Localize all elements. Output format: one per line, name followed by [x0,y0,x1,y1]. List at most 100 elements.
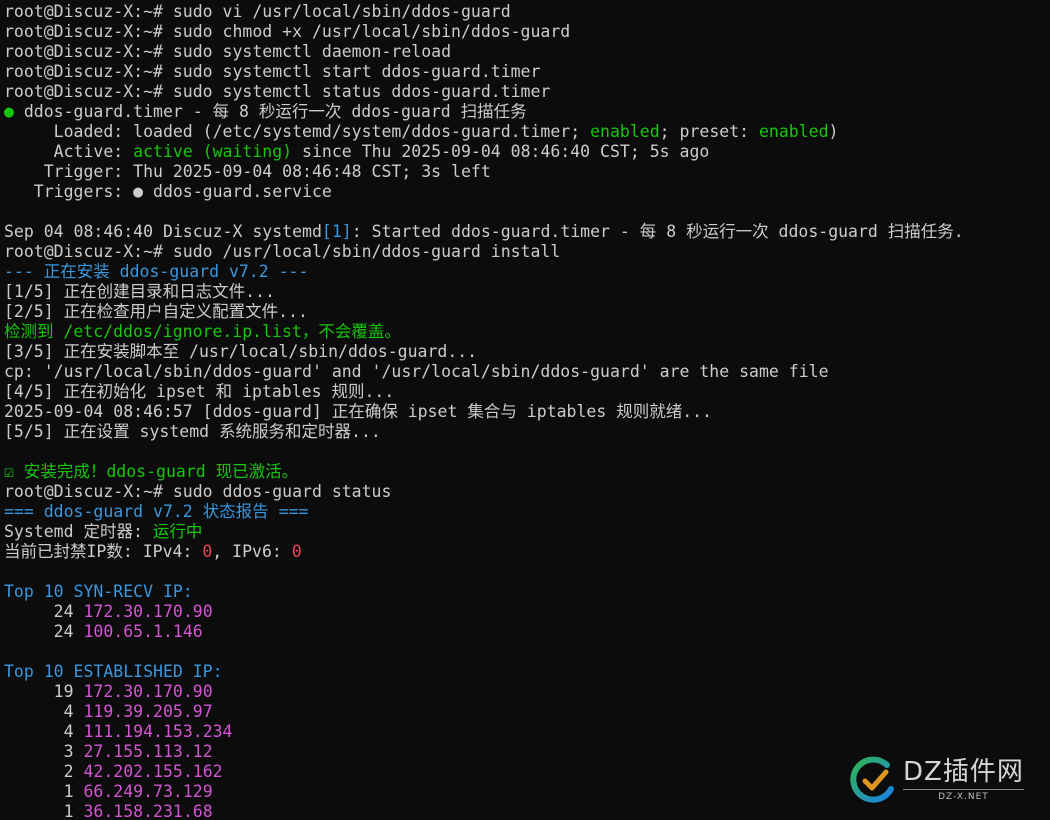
terminal-text-segment: ) [828,122,839,141]
terminal-output: root@Discuz-X:~# sudo vi /usr/local/sbin… [4,2,1050,820]
terminal-text-segment: root@Discuz-X:~# sudo systemctl start dd… [4,62,541,81]
watermark-subtitle: DZ-X.NET [903,789,1024,803]
terminal-text-segment: cp: '/usr/local/sbin/ddos-guard' and '/u… [4,362,829,381]
terminal-text-segment: : Started ddos-guard.timer - 每 8 秒运行一次 d… [351,222,964,241]
terminal-text-segment: 2 [4,762,84,781]
terminal-text-segment: root@Discuz-X:~# sudo /usr/local/sbin/dd… [4,242,561,261]
terminal-text-segment: 运行中 [152,522,203,541]
terminal-line: [5/5] 正在设置 systemd 系统服务和定时器... [4,422,1050,442]
terminal-line: root@Discuz-X:~# sudo vi /usr/local/sbin… [4,2,1050,22]
terminal-line: Triggers: ● ddos-guard.service [4,182,1050,202]
terminal-line: ☑ 安装完成！ddos-guard 现已激活。 [4,462,1050,482]
terminal-text-segment: root@Discuz-X:~# sudo chmod +x /usr/loca… [4,22,571,41]
terminal-text-segment: 172.30.170.90 [83,602,213,621]
terminal-text-segment: ddos-guard.timer - 每 8 秒运行一次 ddos-guard … [13,102,527,121]
terminal-line: root@Discuz-X:~# sudo ddos-guard status [4,482,1050,502]
terminal-line: root@Discuz-X:~# sudo chmod +x /usr/loca… [4,22,1050,42]
terminal-line: Loaded: loaded (/etc/systemd/system/ddos… [4,122,1050,142]
terminal-line: [2/5] 正在检查用户自定义配置文件... [4,302,1050,322]
terminal-text-segment: [5/5] 正在设置 systemd 系统服务和定时器... [4,422,381,441]
terminal-line: [3/5] 正在安装脚本至 /usr/local/sbin/ddos-guard… [4,342,1050,362]
terminal-line: [1/5] 正在创建目录和日志文件... [4,282,1050,302]
terminal-line: 24 100.65.1.146 [4,622,1050,642]
terminal-text-segment: 1 [4,802,84,820]
terminal-text-segment: 42.202.155.162 [83,762,223,781]
terminal-text-segment: 检测到 /etc/ddos/ignore.ip.list，不会覆盖。 [4,322,401,341]
terminal-text-segment: [1/5] 正在创建目录和日志文件... [4,282,275,301]
terminal-line: root@Discuz-X:~# sudo systemctl start dd… [4,62,1050,82]
terminal-text-segment: root@Discuz-X:~# sudo vi /usr/local/sbin… [4,2,511,21]
terminal-line: 4 111.194.153.234 [4,722,1050,742]
terminal-window[interactable]: root@Discuz-X:~# sudo vi /usr/local/sbin… [0,0,1050,820]
terminal-text-segment: [1] [321,222,352,241]
terminal-line: cp: '/usr/local/sbin/ddos-guard' and '/u… [4,362,1050,382]
terminal-text-segment: root@Discuz-X:~# sudo ddos-guard status [4,482,392,501]
terminal-line: ● ddos-guard.timer - 每 8 秒运行一次 ddos-guar… [4,102,1050,122]
terminal-text-segment: Sep 04 08:46:40 Discuz-X systemd [4,222,322,241]
terminal-text-segment: 24 [4,602,84,621]
terminal-text-segment: 24 [4,622,84,641]
terminal-text-segment: Triggers: ● ddos-guard.service [4,182,332,201]
terminal-text-segment: 1 [4,782,84,801]
terminal-text-segment: --- 正在安装 ddos-guard v7.2 --- [4,262,309,281]
terminal-text-segment: root@Discuz-X:~# sudo systemctl daemon-r… [4,42,452,61]
terminal-line: root@Discuz-X:~# sudo systemctl daemon-r… [4,42,1050,62]
terminal-text-segment: active (waiting) [133,142,293,161]
terminal-line: root@Discuz-X:~# sudo /usr/local/sbin/dd… [4,242,1050,262]
terminal-text-segment: [2/5] 正在检查用户自定义配置文件... [4,302,308,321]
terminal-text-segment: 2025-09-04 08:46:57 [ddos-guard] 正在确保 ip… [4,402,712,421]
terminal-text-segment: 100.65.1.146 [83,622,203,641]
terminal-text-segment: enabled [590,122,660,141]
terminal-text-segment: 0 [291,542,302,561]
terminal-text-segment: 36.158.231.68 [83,802,213,820]
watermark: DZ插件网 DZ-X.NET [849,752,1034,808]
terminal-line: 检测到 /etc/ddos/ignore.ip.list，不会覆盖。 [4,322,1050,342]
terminal-line: Top 10 ESTABLISHED IP: [4,662,1050,682]
terminal-text-segment: 27.155.113.12 [83,742,213,761]
terminal-line: === ddos-guard v7.2 状态报告 === [4,502,1050,522]
terminal-line: 24 172.30.170.90 [4,602,1050,622]
terminal-text-segment: 当前已封禁IP数: IPv4: [4,542,203,561]
terminal-line: 当前已封禁IP数: IPv4: 0, IPv6: 0 [4,542,1050,562]
terminal-text-segment: Active: [4,142,134,161]
terminal-line: Sep 04 08:46:40 Discuz-X systemd[1]: Sta… [4,222,1050,242]
terminal-line: 4 119.39.205.97 [4,702,1050,722]
terminal-text-segment: since Thu 2025-09-04 08:46:40 CST; 5s ag… [292,142,710,161]
terminal-text-segment: 19 [4,682,84,701]
terminal-text-segment: Systemd 定时器: [4,522,153,541]
terminal-text-segment: , IPv6: [212,542,292,561]
terminal-text-segment: 66.249.73.129 [83,782,213,801]
terminal-line: --- 正在安装 ddos-guard v7.2 --- [4,262,1050,282]
terminal-text-segment: 119.39.205.97 [83,702,213,721]
terminal-text-segment: Top 10 SYN-RECV IP: [4,582,193,601]
terminal-text-segment: [3/5] 正在安装脚本至 /usr/local/sbin/ddos-guard… [4,342,478,361]
terminal-line: [4/5] 正在初始化 ipset 和 iptables 规则... [4,382,1050,402]
terminal-text-segment: Loaded: loaded (/etc/systemd/system/ddos… [4,122,591,141]
terminal-text-segment: ☑ 安装完成！ddos-guard 现已激活。 [4,462,299,481]
terminal-text-segment: 3 [4,742,84,761]
terminal-line: 2025-09-04 08:46:57 [ddos-guard] 正在确保 ip… [4,402,1050,422]
terminal-line: root@Discuz-X:~# sudo systemctl status d… [4,82,1050,102]
terminal-text-segment: 4 [4,702,84,721]
terminal-text-segment: 172.30.170.90 [83,682,213,701]
terminal-line: 19 172.30.170.90 [4,682,1050,702]
dz-logo-icon [850,756,894,803]
terminal-line: Top 10 SYN-RECV IP: [4,582,1050,602]
terminal-text-segment: ; preset: [659,122,759,141]
terminal-text-segment: Trigger: Thu 2025-09-04 08:46:48 CST; 3s… [4,162,491,181]
terminal-text-segment: 0 [202,542,213,561]
terminal-text-segment: enabled [759,122,829,141]
terminal-text-segment: [4/5] 正在初始化 ipset 和 iptables 规则... [4,382,395,401]
terminal-text-segment: 111.194.153.234 [83,722,233,741]
terminal-text-segment: Top 10 ESTABLISHED IP: [4,662,223,681]
terminal-text-segment: === ddos-guard v7.2 状态报告 === [4,502,309,521]
watermark-title: DZ插件网 [903,757,1024,787]
terminal-line: Trigger: Thu 2025-09-04 08:46:48 CST; 3s… [4,162,1050,182]
terminal-line: Active: active (waiting) since Thu 2025-… [4,142,1050,162]
terminal-text-segment: root@Discuz-X:~# sudo systemctl status d… [4,82,551,101]
terminal-text-segment: ● [4,102,14,121]
